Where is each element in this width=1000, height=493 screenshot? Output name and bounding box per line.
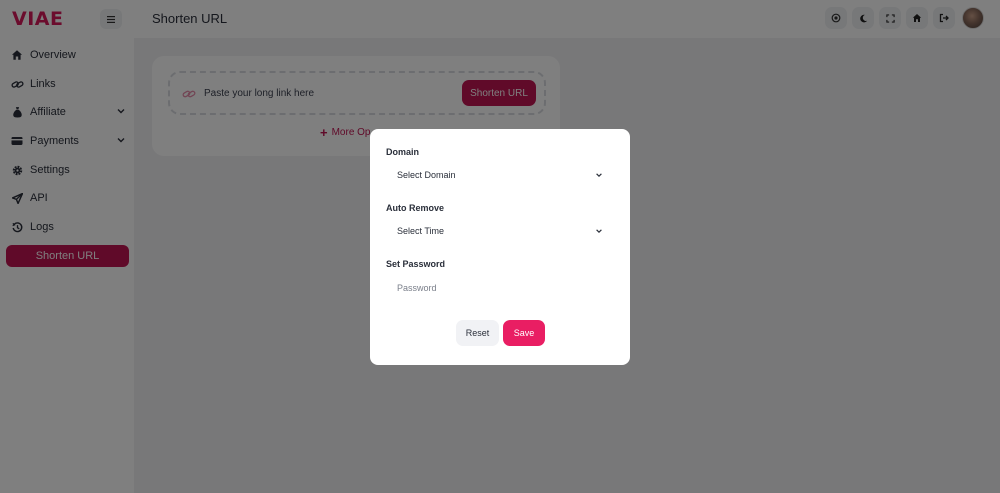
chevron-down-icon	[596, 229, 602, 234]
domain-select-value: Select Domain	[397, 170, 456, 180]
password-input[interactable]	[386, 277, 609, 299]
auto-remove-label: Auto Remove	[386, 203, 445, 213]
options-modal: Domain Select Domain Auto Remove Select …	[370, 129, 630, 365]
domain-label: Domain	[386, 147, 420, 157]
chevron-down-icon	[596, 173, 602, 178]
password-field[interactable]	[386, 277, 609, 299]
auto-remove-select[interactable]: Select Time	[386, 220, 609, 242]
reset-button[interactable]: Reset	[456, 320, 499, 346]
auto-remove-select-value: Select Time	[397, 226, 445, 236]
save-button[interactable]: Save	[503, 320, 545, 346]
domain-select[interactable]: Select Domain	[386, 164, 609, 186]
set-password-label: Set Password	[386, 259, 446, 269]
